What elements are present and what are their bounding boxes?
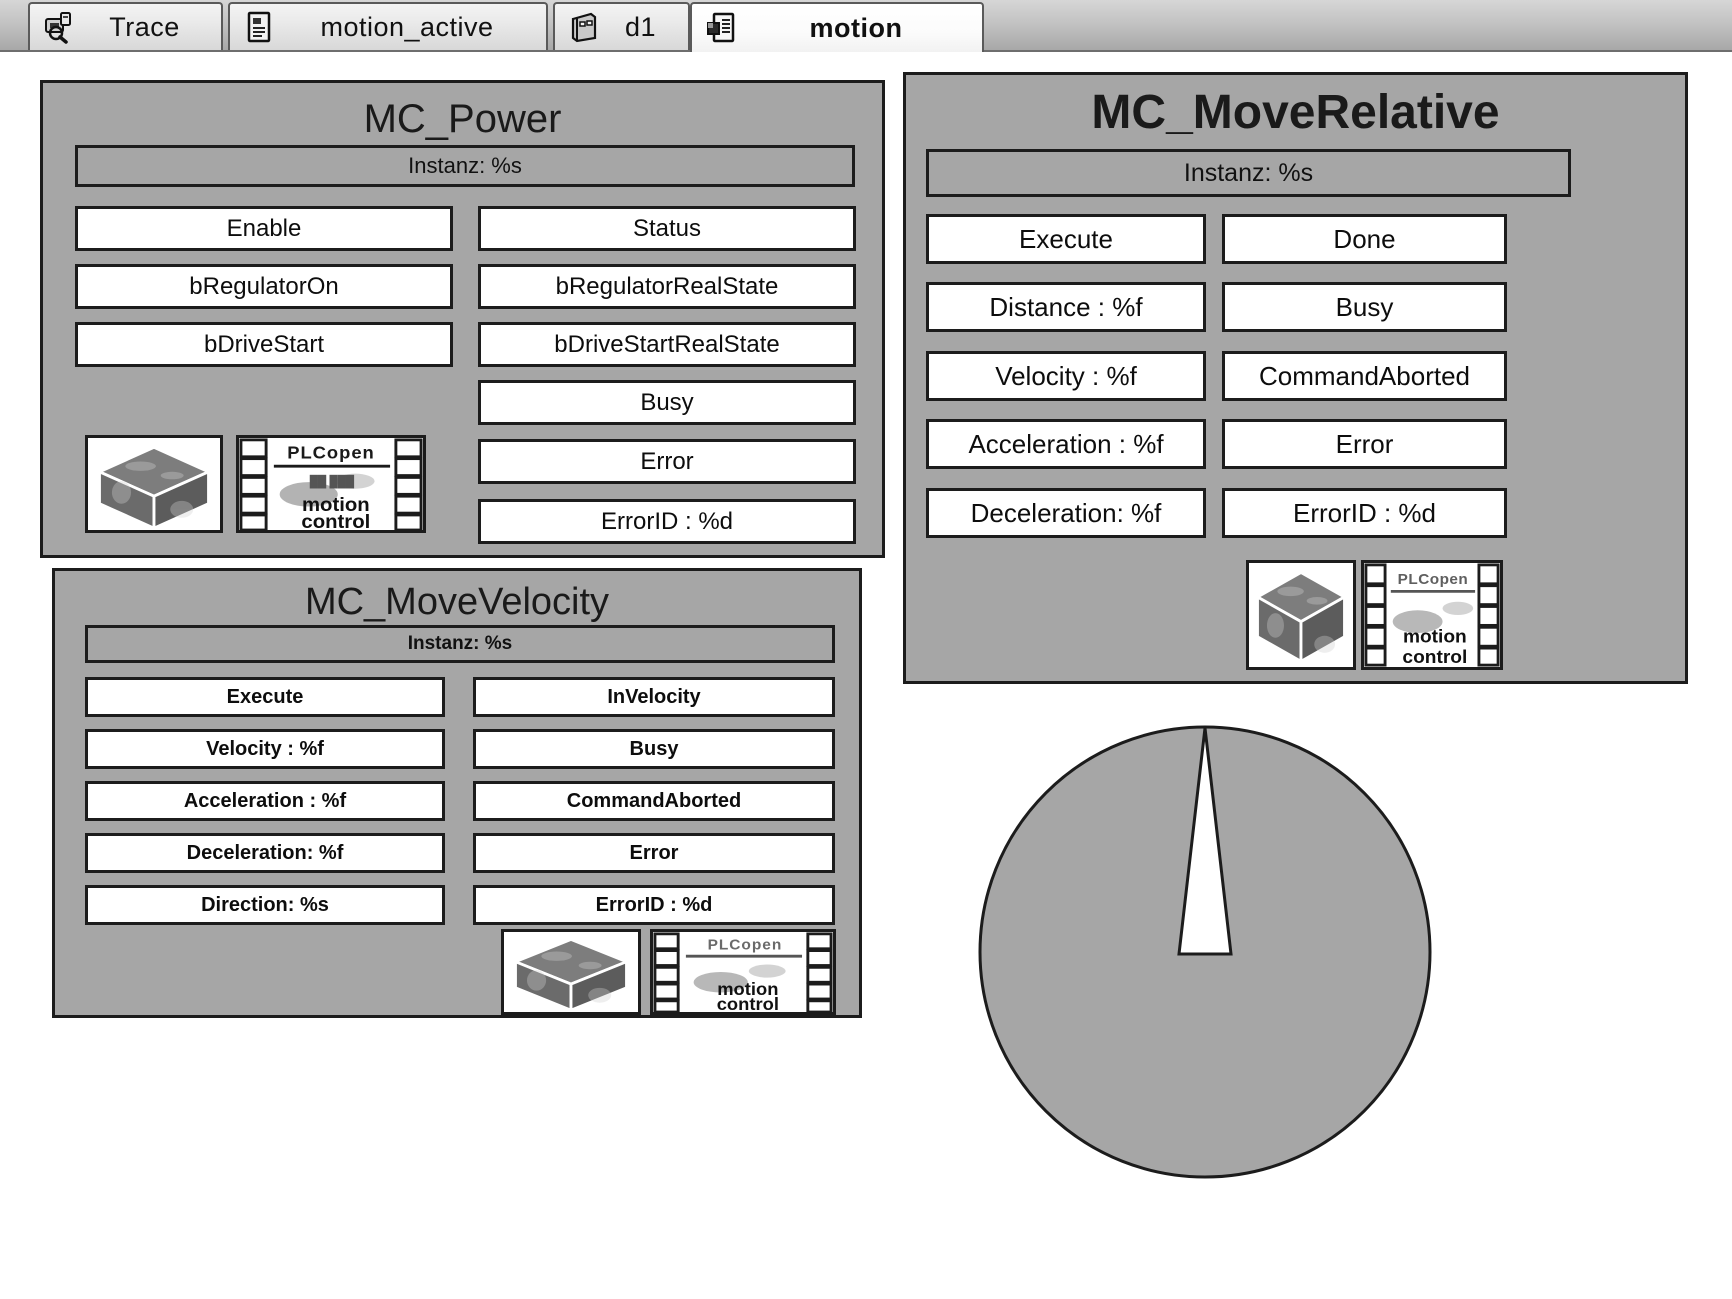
mc-movevelocity-input-acceleration[interactable]: Acceleration : %f [85,781,445,821]
mc-power-output-bdrivestartrealstate: bDriveStartRealState [478,322,856,367]
mc-movevelocity-instance-field: Instanz: %s [85,625,835,663]
mc-movevelocity-input-velocity[interactable]: Velocity : %f [85,729,445,769]
svg-text:control: control [717,994,779,1012]
tab-motion-active-label: motion_active [320,11,494,42]
mc-movevelocity-input-execute[interactable]: Execute [85,677,445,717]
mc-power-cube-logo [85,435,223,533]
mc-power-input-bdrivestart[interactable]: bDriveStart [75,322,453,367]
svg-text:control: control [1402,647,1467,667]
mc-power-output-bregulatorrealstate: bRegulatorRealState [478,264,856,309]
mc-moverelative-instance-field: Instanz: %s [926,149,1571,197]
tab-motion-label: motion [809,12,903,43]
mc-movevelocity-input-deceleration[interactable]: Deceleration: %f [85,833,445,873]
trace-magnifier-icon [42,10,76,44]
document-icon [242,10,276,44]
mc-moverelative-input-execute[interactable]: Execute [926,214,1206,264]
mc-movevelocity-output-busy: Busy [473,729,835,769]
tab-trace-label: Trace [109,11,180,42]
mc-moverelative-input-distance[interactable]: Distance : %f [926,282,1206,332]
mc-movevelocity-output-commandaborted: CommandAborted [473,781,835,821]
mc-movevelocity-output-error: Error [473,833,835,873]
mc-movevelocity-output-invelocity: InVelocity [473,677,835,717]
mc-power-input-bregulatoron[interactable]: bRegulatorOn [75,264,453,309]
tab-trace[interactable]: Trace [28,2,223,50]
tab-bar: Trace motion_active d1 motion [0,0,1732,52]
mc-moverelative-input-deceleration[interactable]: Deceleration: %f [926,488,1206,538]
panel-mc-movevelocity-title: MC_MoveVelocity [304,581,610,623]
mc-power-instance-field: Instanz: %s [75,145,855,187]
svg-text:PLCopen: PLCopen [1398,571,1469,588]
mc-moverelative-output-busy: Busy [1222,282,1507,332]
mc-power-plcopen-logo: PLCopen ██ ███ motion control [236,435,426,533]
tab-d1[interactable]: d1 [553,2,690,50]
mc-power-input-enable[interactable]: Enable [75,206,453,251]
panel-mc-moverelative-title: MC_MoveRelative [1091,86,1500,139]
tab-d1-label: d1 [624,11,657,42]
mc-moverelative-output-errorid: ErrorID : %d [1222,488,1507,538]
mc-power-output-error: Error [478,439,856,484]
mc-moverelative-plcopen-logo: PLCopen motion control [1361,560,1503,670]
mc-power-output-errorid: ErrorID : %d [478,499,856,544]
mc-moverelative-cube-logo [1246,560,1356,670]
tab-motion[interactable]: motion [690,2,984,52]
mc-moverelative-output-done: Done [1222,214,1507,264]
panel-mc-power: MC_Power Instanz: %s Enable bRegulatorOn… [40,80,885,558]
panel-mc-power-title: MC_Power [363,97,562,141]
device-icon [567,10,601,44]
svg-text:motion: motion [1403,627,1467,648]
mc-moverelative-output-error: Error [1222,419,1507,469]
mc-movevelocity-plcopen-logo: PLCopen motion control [650,929,836,1015]
panel-mc-movevelocity: MC_MoveVelocity Instanz: %s Execute Velo… [52,568,862,1018]
mc-moverelative-output-commandaborted: CommandAborted [1222,351,1507,401]
panel-mc-moverelative: MC_MoveRelative Instanz: %s Execute Dist… [903,72,1688,684]
svg-text:██ ███: ██ ███ [310,474,355,489]
mc-movevelocity-cube-logo [501,929,641,1015]
mc-power-output-status: Status [478,206,856,251]
visualization-icon [704,11,738,45]
svg-text:PLCopen: PLCopen [708,937,783,954]
svg-text:PLCopen: PLCopen [287,443,374,463]
tab-motion-active[interactable]: motion_active [228,2,548,50]
svg-text:control: control [301,511,370,530]
mc-movevelocity-output-errorid: ErrorID : %d [473,885,835,925]
mc-moverelative-input-acceleration[interactable]: Acceleration : %f [926,419,1206,469]
rotary-position-gauge[interactable] [975,722,1435,1182]
mc-moverelative-input-velocity[interactable]: Velocity : %f [926,351,1206,401]
mc-movevelocity-input-direction[interactable]: Direction: %s [85,885,445,925]
mc-power-output-busy: Busy [478,380,856,425]
